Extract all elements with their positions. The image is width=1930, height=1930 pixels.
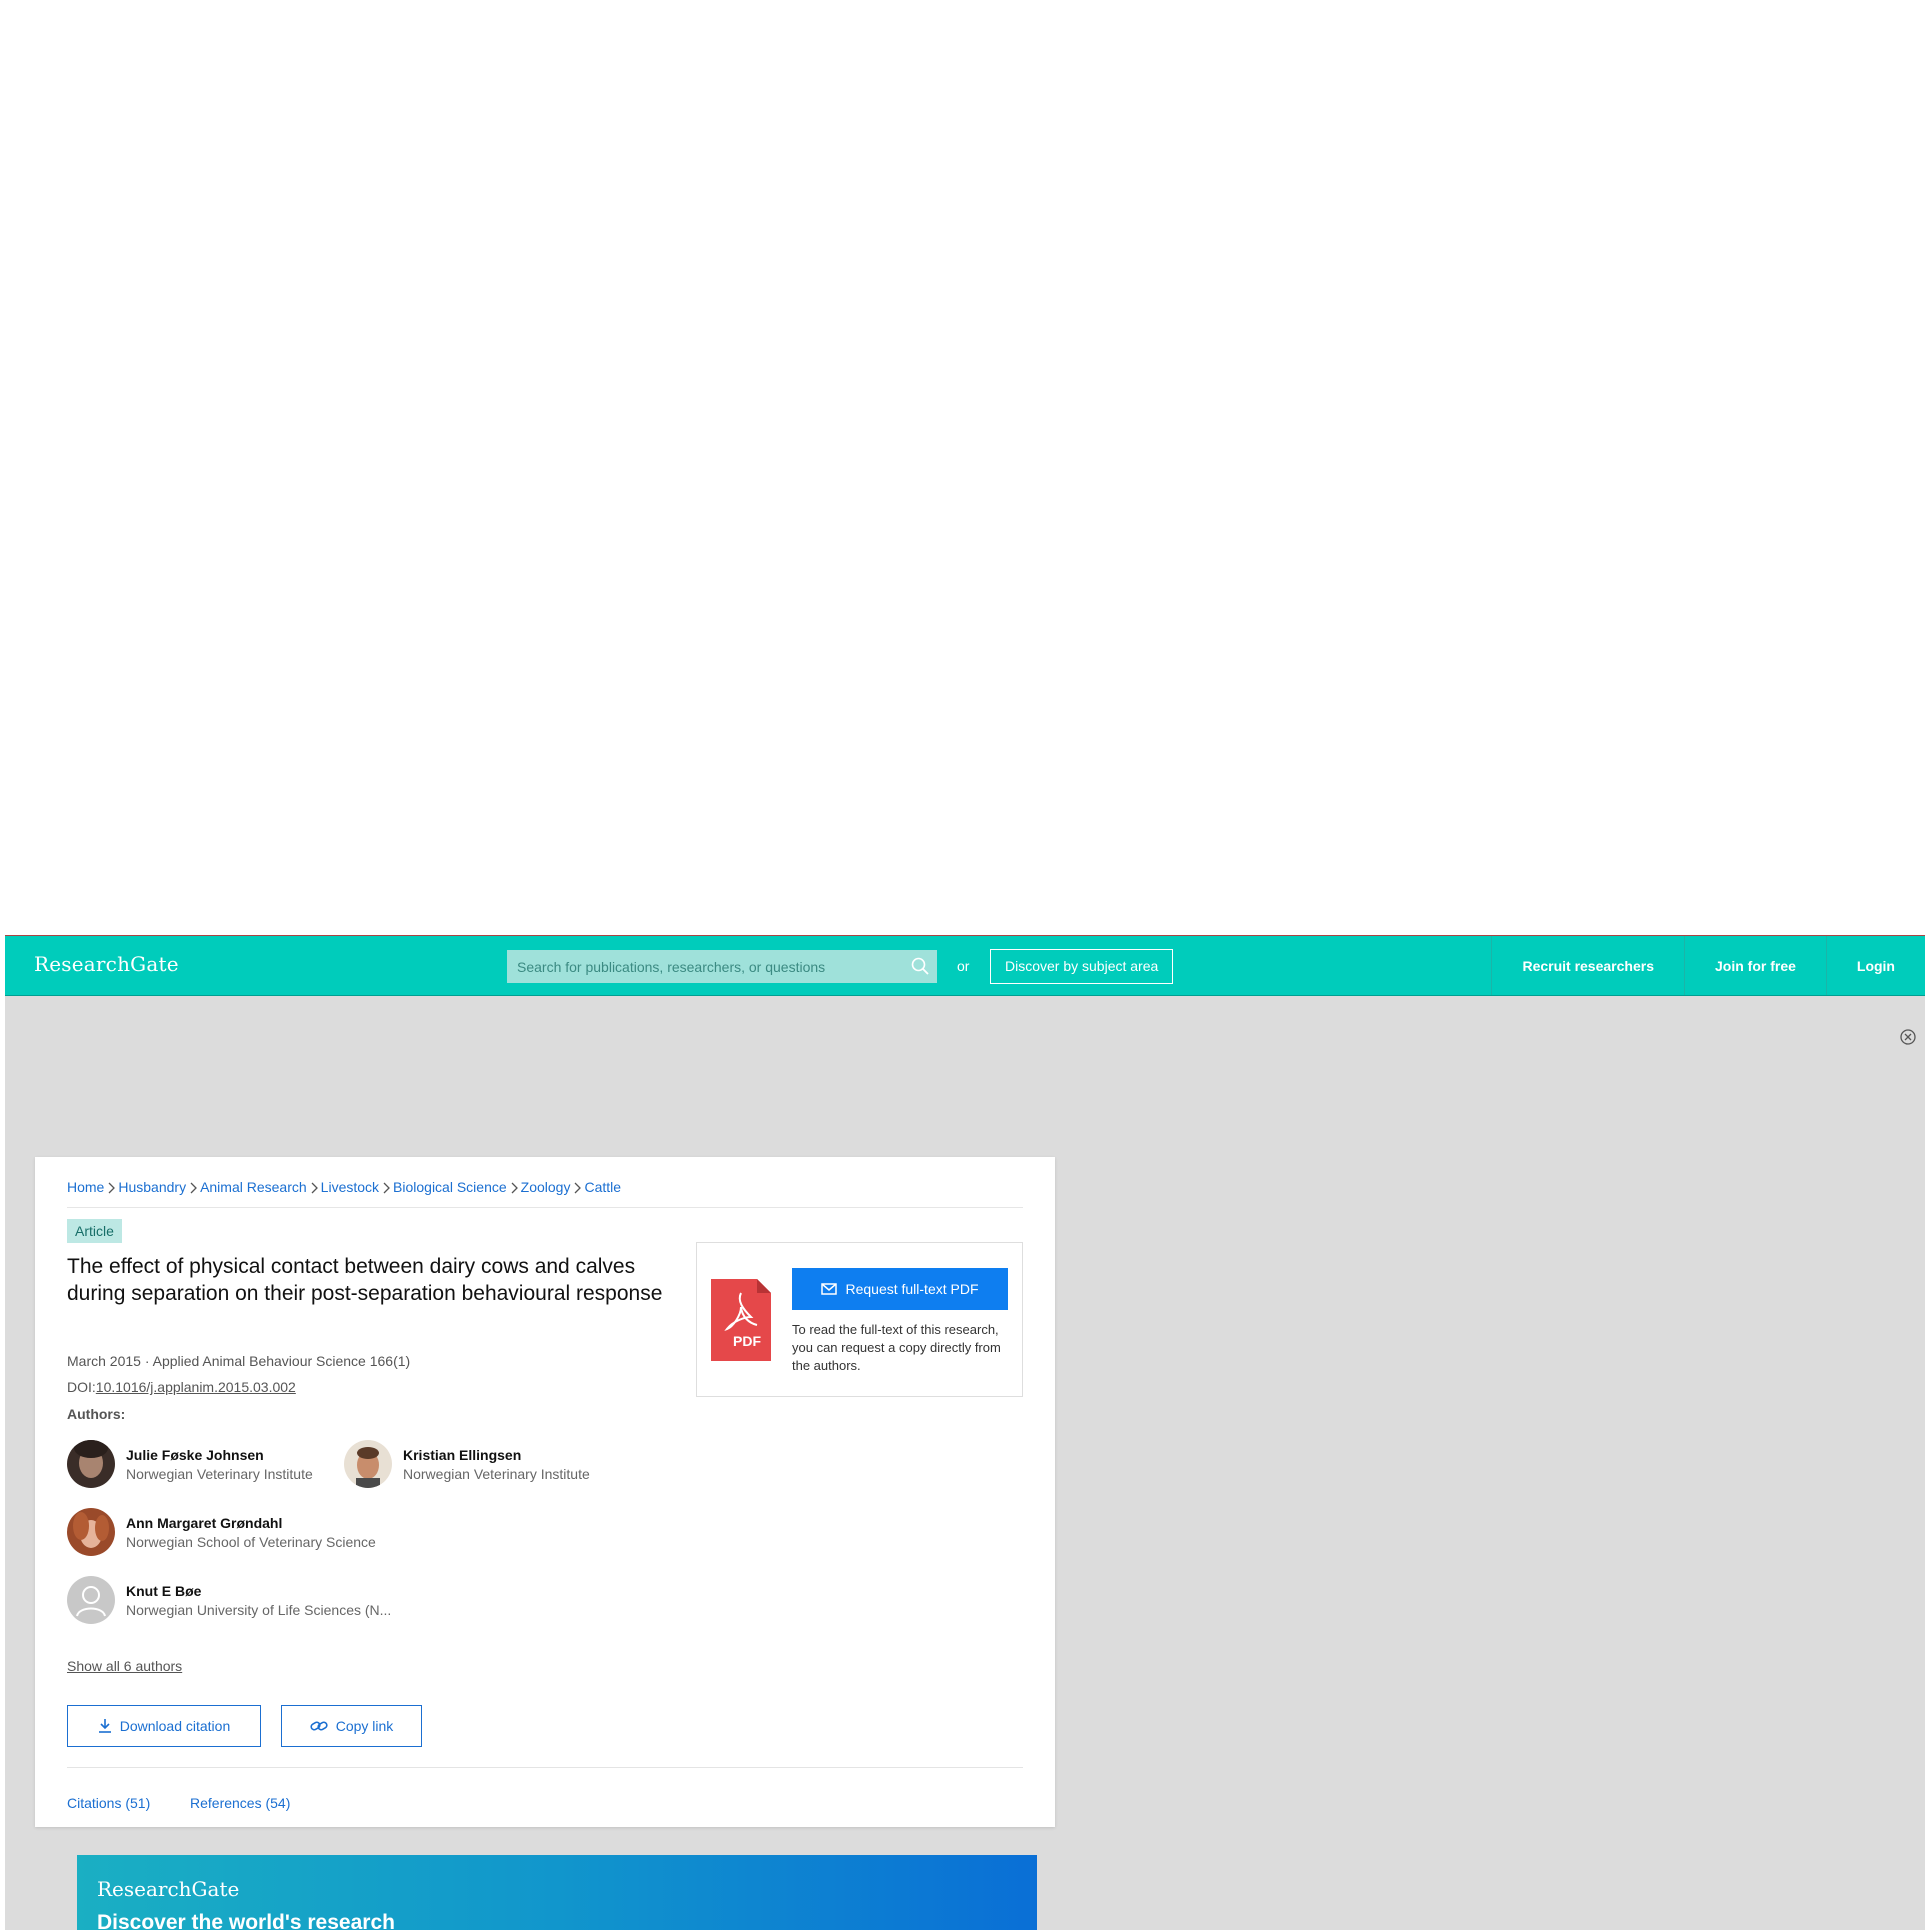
header-nav: Recruit researchers Join for free Login	[1491, 936, 1925, 995]
author-affiliation: Norwegian Veterinary Institute	[403, 1465, 590, 1482]
login-link[interactable]: Login	[1825, 936, 1925, 995]
article-type-badge: Article	[67, 1219, 122, 1243]
author-name[interactable]: Kristian Ellingsen	[403, 1447, 590, 1463]
article-title: The effect of physical contact between d…	[67, 1255, 663, 1305]
chevron-right-icon	[104, 1179, 118, 1207]
avatar-placeholder-icon[interactable]	[67, 1576, 115, 1624]
author-affiliation: Norwegian University of Life Sciences (N…	[126, 1601, 392, 1618]
request-full-text-button[interactable]: Request full-text PDF	[792, 1268, 1008, 1310]
breadcrumb-zoology[interactable]: Zoology	[521, 1179, 571, 1207]
authors-label: Authors:	[67, 1406, 126, 1422]
tab-citations[interactable]: Citations (51)	[67, 1795, 150, 1811]
avatar[interactable]	[344, 1440, 392, 1488]
promo-banner: ResearchGate Discover the world's resear…	[77, 1855, 1037, 1930]
breadcrumb-cattle[interactable]: Cattle	[584, 1179, 621, 1207]
discover-by-subject-button[interactable]: Discover by subject area	[990, 949, 1174, 984]
author-name[interactable]: Knut E Bøe	[126, 1583, 391, 1599]
breadcrumb-livestock[interactable]: Livestock	[321, 1179, 379, 1207]
copy-link-label: Copy link	[335, 1718, 394, 1734]
publication-card: Home Husbandry Animal Research Livestock…	[35, 1157, 1055, 1827]
recruit-researchers-link[interactable]: Recruit researchers	[1491, 936, 1684, 995]
doi-line: DOI:10.1016/j.applanim.2015.03.002	[67, 1379, 296, 1395]
doi-link[interactable]: 10.1016/j.applanim.2015.03.002	[96, 1379, 296, 1395]
author-name[interactable]: Ann Margaret Grøndahl	[126, 1515, 376, 1531]
breadcrumb-biological-science[interactable]: Biological Science	[393, 1179, 507, 1207]
show-all-authors-link[interactable]: Show all 6 authors	[67, 1658, 182, 1674]
chevron-right-icon	[570, 1179, 584, 1207]
page-frame: ResearchGate or Discover by subject area…	[5, 935, 1925, 1930]
request-note: To read the full-text of this research, …	[792, 1322, 1001, 1373]
promo-heading: Discover the world's research	[97, 1911, 395, 1930]
publication-meta: March 2015 · Applied Animal Behaviour Sc…	[67, 1353, 411, 1369]
chevron-right-icon	[186, 1179, 200, 1207]
pdf-file-icon: PDF	[711, 1279, 771, 1361]
search-box[interactable]	[507, 950, 937, 983]
pdf-icon-label: PDF	[733, 1333, 761, 1349]
request-full-text-label: Request full-text PDF	[845, 1281, 979, 1297]
chevron-right-icon	[307, 1179, 321, 1207]
author-card[interactable]: Knut E Bøe Norwegian University of Life …	[67, 1576, 391, 1624]
envelope-icon	[821, 1283, 838, 1295]
breadcrumb-husbandry[interactable]: Husbandry	[118, 1179, 186, 1207]
download-citation-button[interactable]: Download citation	[67, 1705, 261, 1747]
top-navigation-bar: ResearchGate or Discover by subject area…	[5, 935, 1925, 996]
author-card[interactable]: Kristian Ellingsen Norwegian Veterinary …	[344, 1440, 590, 1488]
search-input[interactable]	[507, 950, 897, 983]
author-affiliation: Norwegian School of Veterinary Science	[126, 1533, 376, 1550]
tab-references[interactable]: References (54)	[190, 1795, 290, 1811]
close-icon[interactable]	[1899, 1028, 1917, 1046]
author-name[interactable]: Julie Føske Johnsen	[126, 1447, 313, 1463]
doi-label: DOI:	[67, 1379, 96, 1395]
copy-link-button[interactable]: Copy link	[281, 1705, 422, 1747]
breadcrumb-animal-research[interactable]: Animal Research	[200, 1179, 307, 1207]
download-icon	[98, 1719, 111, 1733]
search-icon[interactable]	[911, 957, 929, 975]
researchgate-logo[interactable]: ResearchGate	[34, 952, 179, 976]
author-affiliation: Norwegian Veterinary Institute	[126, 1465, 313, 1482]
avatar[interactable]	[67, 1508, 115, 1556]
link-icon	[310, 1721, 328, 1731]
join-for-free-link[interactable]: Join for free	[1683, 936, 1826, 995]
full-text-request-box: PDF Request full-text PDF To read the fu…	[696, 1242, 1023, 1397]
author-card[interactable]: Julie Føske Johnsen Norwegian Veterinary…	[67, 1440, 313, 1488]
author-card[interactable]: Ann Margaret Grøndahl Norwegian School o…	[67, 1508, 376, 1556]
chevron-right-icon	[379, 1179, 393, 1207]
breadcrumb-home[interactable]: Home	[67, 1179, 104, 1207]
promo-logo: ResearchGate	[97, 1877, 240, 1901]
avatar[interactable]	[67, 1440, 115, 1488]
or-text: or	[957, 958, 970, 974]
divider	[67, 1767, 1023, 1768]
chevron-right-icon	[507, 1179, 521, 1207]
breadcrumb: Home Husbandry Animal Research Livestock…	[67, 1179, 1023, 1208]
download-citation-label: Download citation	[119, 1718, 231, 1734]
